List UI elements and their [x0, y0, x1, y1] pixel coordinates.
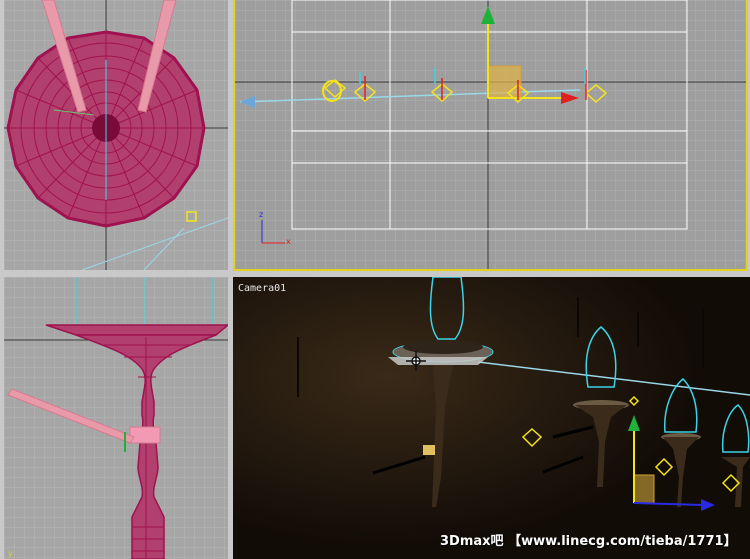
camera-view-scene — [233, 277, 750, 559]
watermark-text: 3Dmax吧 【www.linecg.com/tieba/1771】 — [440, 534, 737, 549]
viewport-camera01[interactable]: Camera01 — [233, 277, 750, 559]
viewport-left[interactable]: y — [4, 277, 228, 559]
viewport-label-camera01[interactable]: Camera01 — [238, 283, 286, 294]
axis-label-x: x — [286, 237, 291, 246]
axis-label-y: y — [8, 549, 13, 558]
viewport-top[interactable] — [4, 0, 228, 270]
left-view-scene — [4, 277, 228, 559]
axis-label-z: z — [259, 210, 264, 219]
viewport-front[interactable]: z x — [233, 0, 748, 271]
lamp-collar-selected[interactable] — [129, 426, 161, 444]
top-view-scene — [4, 0, 228, 270]
front-view-scene — [235, 0, 746, 269]
